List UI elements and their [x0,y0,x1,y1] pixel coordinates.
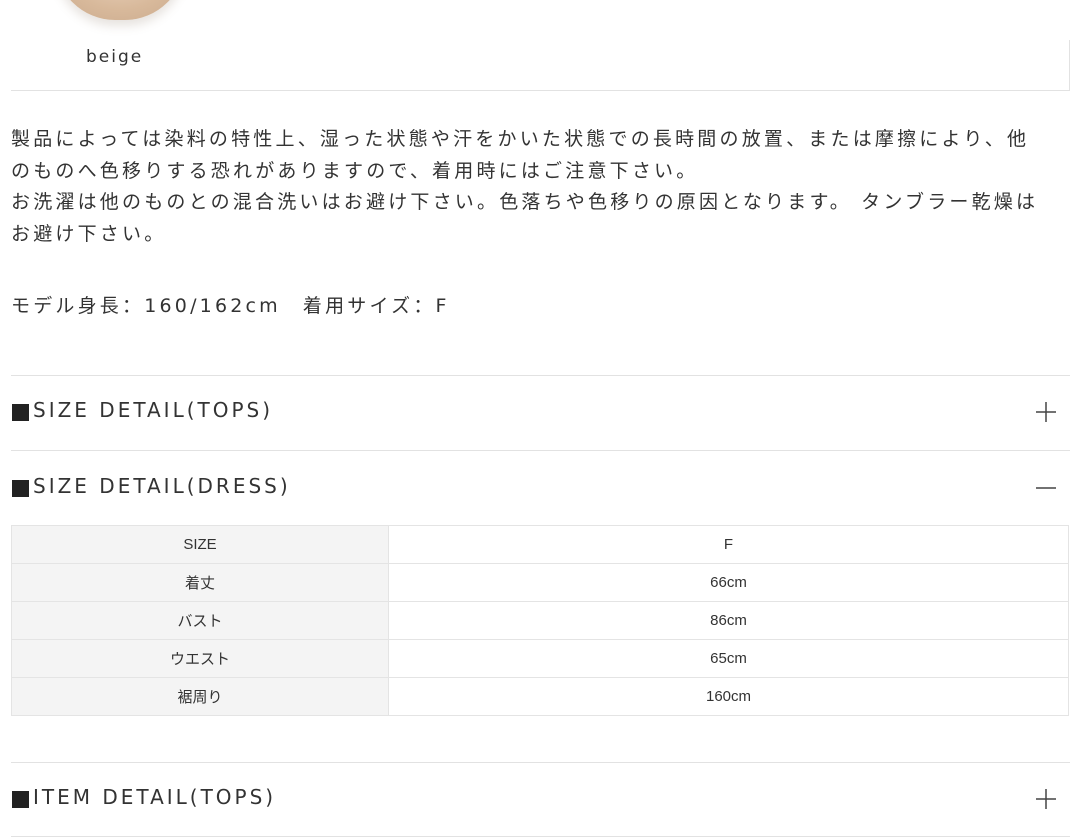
divider-vertical [1069,40,1070,90]
accordion-item-tops[interactable]: ITEM DETAIL(TOPS) [11,769,1070,829]
accordion-title: SIZE DETAIL(DRESS) [33,474,291,498]
divider [11,90,1070,91]
model-height: モデル身長：160/162cm [11,295,281,317]
accordion-title: SIZE DETAIL(TOPS) [33,398,274,422]
table-cell-value: 65cm [388,639,1069,678]
table-row: 裾周り 160cm [11,677,1069,716]
divider [11,375,1070,376]
beige-swatch-image[interactable] [55,0,185,20]
table-cell-label: バスト [11,601,389,640]
plus-icon[interactable] [1034,787,1058,811]
care-line-2: のものへ色移りする恐れがありますので、着用時にはご注意下さい。 [11,159,699,182]
color-swatch-area: beige [0,0,1080,90]
accordion-size-tops[interactable]: SIZE DETAIL(TOPS) [11,382,1070,442]
table-row: ウエスト 65cm [11,639,1069,678]
care-line-1: 製品によっては染料の特性上、湿った状態や汗をかいた状態での長時間の放置、または摩… [11,128,1030,150]
divider [11,450,1070,451]
divider [11,836,1070,837]
table-cell-value: 66cm [388,563,1069,602]
black-square-icon [12,404,29,421]
table-cell-value: 160cm [388,677,1069,716]
table-cell-value: 86cm [388,601,1069,640]
divider [11,762,1070,763]
table-cell-label: 着丈 [11,563,389,602]
care-line-3: お洗濯は他のものとの混合洗いはお避け下さい。色落ちや色移りの原因となります。 タ… [11,191,1039,213]
accordion-title: ITEM DETAIL(TOPS) [33,785,277,809]
table-row: バスト 86cm [11,601,1069,640]
table-header-row: SIZE F [11,525,1069,564]
model-wear-size: 着用サイズ：F [302,295,450,317]
table-cell-label: 裾周り [11,677,389,716]
accordion-size-dress[interactable]: SIZE DETAIL(DRESS) [11,458,1070,518]
table-cell-label: ウエスト [11,639,389,678]
black-square-icon [12,791,29,808]
swatch-label: beige [86,47,144,67]
size-table-dress: SIZE F 着丈 66cm バスト 86cm ウエスト 65cm 裾周り 16… [11,525,1069,716]
care-line-4: お避け下さい。 [11,222,167,245]
table-row: 着丈 66cm [11,563,1069,602]
minus-icon[interactable] [1034,476,1058,500]
plus-icon[interactable] [1034,400,1058,424]
care-description: 製品によっては染料の特性上、湿った状態や汗をかいた状態での長時間の放置、または摩… [11,124,1066,250]
table-cell-label: SIZE [11,525,389,564]
black-square-icon [12,480,29,497]
table-cell-value: F [388,525,1069,564]
model-info: モデル身長：160/162cm 着用サイズ：F [11,291,450,318]
